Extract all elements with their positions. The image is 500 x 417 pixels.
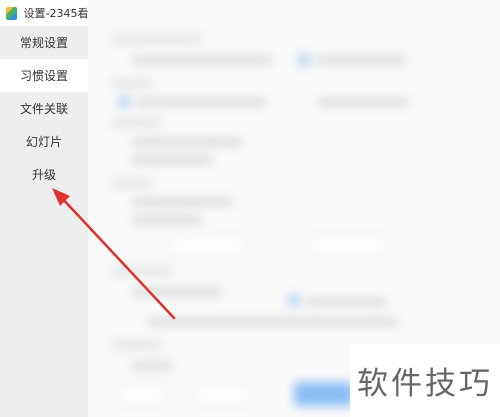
annotation-arrow-shaft [58,194,176,320]
watermark-text: 软件技巧 [357,366,493,402]
watermark: 软件技巧 [350,344,500,417]
